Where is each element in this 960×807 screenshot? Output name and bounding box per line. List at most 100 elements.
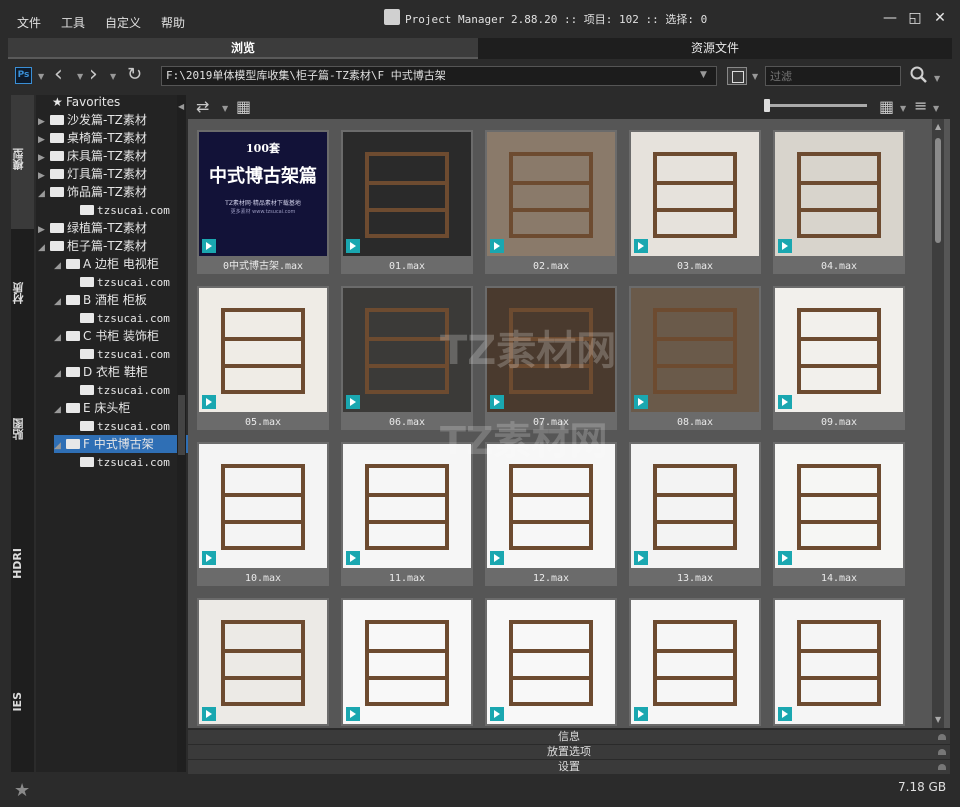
asset-thumbnail[interactable] (775, 444, 903, 568)
asset-tile[interactable]: 04.max (773, 130, 905, 274)
asset-tile[interactable]: 05.max (197, 286, 329, 430)
rollout-info[interactable]: 信息 (188, 729, 950, 744)
asset-thumbnail[interactable] (199, 600, 327, 724)
asset-tile[interactable]: 18.max (629, 598, 761, 726)
search-dropdown-arrow-icon[interactable]: ▼ (934, 74, 940, 83)
side-tab-models[interactable]: 模型 (11, 148, 34, 170)
asset-thumbnail[interactable] (487, 132, 615, 256)
grid-view-icon[interactable]: ▦ (879, 97, 894, 116)
tree-item[interactable]: tzsucai.com (68, 201, 170, 219)
asset-tile[interactable]: 03.max (629, 130, 761, 274)
path-input[interactable]: F:\2019单体模型库收集\柜子篇-TZ素材\F 中式博古架 (161, 66, 717, 86)
forward-dropdown-arrow-icon[interactable]: ▼ (110, 72, 116, 81)
grid-scrollbar-thumb[interactable] (935, 138, 941, 243)
caret-down-icon[interactable]: ◢ (38, 185, 50, 203)
asset-tile[interactable]: 10.max (197, 442, 329, 586)
asset-tile[interactable]: 09.max (773, 286, 905, 430)
asset-tile[interactable]: 02.max (485, 130, 617, 274)
asset-thumbnail[interactable] (775, 288, 903, 412)
tree-item[interactable]: tzsucai.com (68, 453, 170, 471)
sync-icon[interactable]: ⇄ (196, 97, 209, 116)
caret-down-icon[interactable]: ◢ (54, 365, 66, 383)
caret-down-icon[interactable]: ◢ (54, 401, 66, 419)
asset-thumbnail[interactable] (631, 288, 759, 412)
photoshop-icon[interactable]: Ps (15, 67, 32, 84)
asset-thumbnail[interactable] (343, 600, 471, 724)
asset-tile[interactable]: 17.max (485, 598, 617, 726)
tree-item[interactable]: tzsucai.com (68, 381, 170, 399)
view-mode-button[interactable] (727, 67, 747, 85)
asset-tile[interactable]: 100套 中式博古架篇 TZ素材网·精品素材下载基地 更多素材 www.tzsucai… (197, 130, 329, 274)
asset-tile[interactable]: 08.max (629, 286, 761, 430)
tree-item[interactable]: ◢ 柜子篇-TZ素材 (38, 237, 147, 255)
forward-button[interactable]: › (89, 62, 98, 87)
tree-item[interactable]: ▶ 绿植篇-TZ素材 (38, 219, 147, 237)
tree-item[interactable]: ◢ C 书柜 装饰柜 (54, 327, 159, 345)
tree-item[interactable]: ◢ B 酒柜 柜板 (54, 291, 147, 309)
caret-down-icon[interactable]: ◢ (38, 239, 50, 257)
search-icon[interactable] (910, 66, 928, 88)
asset-tile[interactable]: 19.max (773, 598, 905, 726)
asset-thumbnail[interactable] (199, 444, 327, 568)
caret-down-icon[interactable]: ◢ (54, 329, 66, 347)
asset-tile[interactable]: 01.max (341, 130, 473, 274)
tree-item[interactable]: ◢ F 中式博古架 (54, 435, 190, 453)
caret-down-icon[interactable]: ◢ (54, 257, 66, 275)
rollout-toggle-icon[interactable] (938, 734, 946, 740)
asset-tile[interactable]: 15.max (197, 598, 329, 726)
path-dropdown-arrow-icon[interactable]: ▼ (700, 70, 707, 80)
tree-item[interactable]: ▶ 灯具篇-TZ素材 (38, 165, 147, 183)
menu-customize[interactable]: 自定义 (105, 14, 141, 31)
rollout-toggle-icon[interactable] (938, 764, 946, 770)
caret-down-icon[interactable]: ◢ (54, 293, 66, 311)
menu-tools[interactable]: 工具 (61, 14, 85, 31)
scroll-down-arrow-icon[interactable]: ▼ (935, 715, 941, 724)
tree-item[interactable]: ◢ D 衣柜 鞋柜 (54, 363, 148, 381)
favorite-star-icon[interactable]: ★ (14, 780, 30, 801)
tree-item[interactable]: ▶ 床具篇-TZ素材 (38, 147, 147, 165)
rollout-settings[interactable]: 设置 (188, 759, 950, 774)
sync-dropdown-arrow-icon[interactable]: ▼ (222, 104, 228, 113)
asset-thumbnail[interactable] (199, 288, 327, 412)
asset-tile[interactable]: 16.max (341, 598, 473, 726)
tree-item[interactable]: ▶ 沙发篇-TZ素材 (38, 111, 147, 129)
tree-item[interactable]: ▶ 桌椅篇-TZ素材 (38, 129, 147, 147)
asset-thumbnail[interactable] (775, 132, 903, 256)
menu-file[interactable]: 文件 (17, 14, 41, 31)
menu-help[interactable]: 帮助 (161, 14, 185, 31)
minimize-button[interactable]: — (880, 8, 900, 28)
scroll-up-arrow-icon[interactable]: ▲ (935, 122, 941, 131)
side-tab-materials[interactable]: 材质 (11, 282, 34, 304)
close-button[interactable]: ✕ (930, 8, 950, 28)
tree-item[interactable]: ◢ 饰品篇-TZ素材 (38, 183, 147, 201)
back-button[interactable]: ‹ (54, 62, 63, 87)
side-tab-ies[interactable]: IES (11, 692, 34, 712)
tree-item-favorites[interactable]: ★ Favorites (52, 93, 120, 111)
asset-thumbnail[interactable] (631, 600, 759, 724)
thumbnail-size-slider[interactable] (765, 104, 867, 107)
package-icon[interactable]: ▦ (236, 97, 251, 116)
side-tab-textures[interactable]: 贴图 (11, 418, 34, 440)
asset-thumbnail[interactable] (487, 600, 615, 724)
tree-item[interactable]: ◢ A 边柜 电视柜 (54, 255, 159, 273)
tree-item[interactable]: tzsucai.com (68, 309, 170, 327)
asset-thumbnail[interactable] (631, 132, 759, 256)
tab-browse[interactable]: 浏览 (8, 38, 478, 59)
thumbnail-size-slider-handle[interactable] (764, 99, 770, 112)
sort-dropdown-arrow-icon[interactable]: ▼ (933, 104, 939, 113)
view-mode-dropdown-arrow-icon[interactable]: ▼ (752, 72, 758, 81)
asset-thumbnail[interactable] (343, 132, 471, 256)
asset-thumbnail[interactable] (775, 600, 903, 724)
side-tab-hdri[interactable]: HDRI (11, 548, 34, 579)
asset-tile[interactable]: 13.max (629, 442, 761, 586)
tree-scrollbar-thumb[interactable] (178, 395, 185, 455)
back-dropdown-arrow-icon[interactable]: ▼ (77, 72, 83, 81)
maximize-button[interactable]: ◱ (905, 8, 925, 28)
rollout-placement[interactable]: 放置选项 (188, 744, 950, 759)
caret-down-icon[interactable]: ◢ (54, 437, 66, 455)
asset-tile[interactable]: 14.max (773, 442, 905, 586)
asset-thumbnail[interactable] (631, 444, 759, 568)
rollout-toggle-icon[interactable] (938, 749, 946, 755)
tab-assets[interactable]: 资源文件 (478, 38, 952, 59)
asset-thumbnail[interactable]: 100套 中式博古架篇 TZ素材网·精品素材下载基地 更多素材 www.tzsucai… (199, 132, 327, 256)
